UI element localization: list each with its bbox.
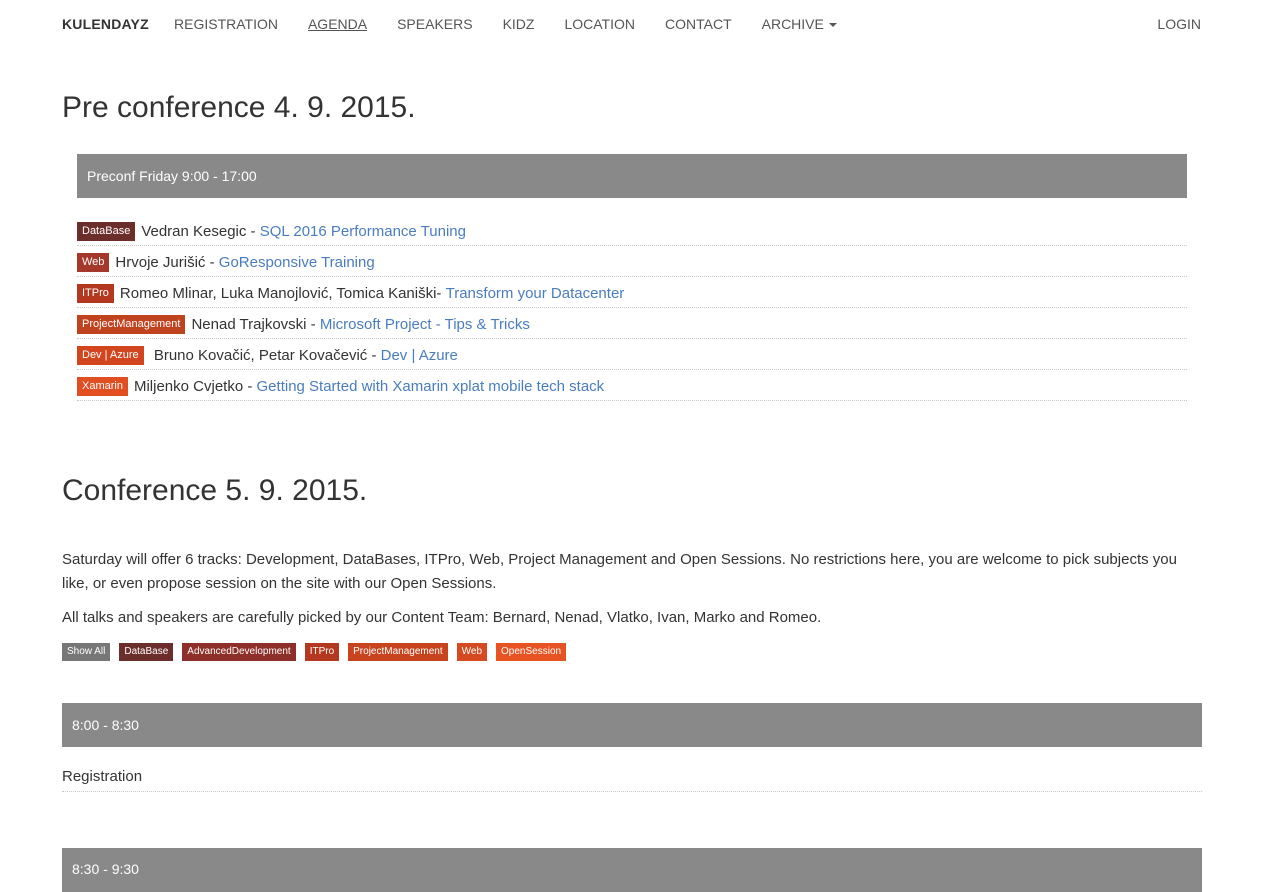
session-row: ProjectManagement Nenad Trajkovski - Mic…	[77, 308, 1187, 339]
conference-intro: Saturday will offer 6 tracks: Developmen…	[62, 551, 1177, 592]
track-badge-database: DataBase	[77, 221, 136, 241]
session-title-link[interactable]: Dev | Azure	[381, 347, 458, 364]
brand-logo[interactable]: KULENDAYZ	[62, 16, 149, 32]
session-title-link[interactable]: GoResponsive Training	[219, 254, 375, 271]
nav-item-contact[interactable]: CONTACT	[665, 16, 732, 32]
session-row: Dev | Azure Bruno Kovačić, Petar Kovačev…	[77, 339, 1187, 370]
top-navbar: KULENDAYZ REGISTRATION AGENDA SPEAKERS K…	[0, 0, 1261, 50]
nav-item-kidz[interactable]: KIDZ	[503, 16, 535, 32]
filter-web-button[interactable]: Web	[456, 643, 488, 661]
filter-project-management-button[interactable]: ProjectManagement	[348, 643, 448, 661]
session-speakers: Bruno Kovačić, Petar Kovačević -	[153, 346, 377, 364]
session-speakers: Hrvoje Jurišić -	[115, 253, 215, 271]
nav-item-archive-label: ARCHIVE	[761, 16, 824, 32]
slot-item-registration: Registration	[62, 768, 1202, 792]
session-title-link[interactable]: Getting Started with Xamarin xplat mobil…	[257, 378, 605, 395]
session-row: Xamarin Miljenko Cvjetko - Getting Start…	[77, 370, 1187, 401]
session-row: DataBase Vedran Kesegic - SQL 2016 Perfo…	[77, 215, 1187, 246]
session-row: ITPro Romeo Mlinar, Luka Manojlović, Tom…	[77, 277, 1187, 308]
filter-open-session-button[interactable]: OpenSession	[496, 643, 567, 661]
filter-itpro-button[interactable]: ITPro	[304, 643, 340, 661]
login-link[interactable]: LOGIN	[1157, 16, 1201, 32]
session-speakers: Romeo Mlinar, Luka Manojlović, Tomica Ka…	[119, 284, 442, 302]
nav-item-archive[interactable]: ARCHIVE	[762, 16, 837, 32]
preconference-title: Pre conference 4. 9. 2015.	[62, 91, 416, 124]
nav-item-speakers[interactable]: SPEAKERS	[397, 16, 472, 32]
track-badge-xamarin: Xamarin	[77, 376, 128, 396]
track-badge-dev-azure: Dev | Azure	[77, 345, 144, 365]
session-title-link[interactable]: Transform your Datacenter	[446, 285, 625, 302]
nav-item-agenda[interactable]: AGENDA	[308, 16, 367, 32]
filter-show-all-button[interactable]: Show All	[62, 643, 111, 661]
main-nav: REGISTRATION AGENDA SPEAKERS KIDZ LOCATI…	[174, 16, 867, 32]
caret-down-icon	[828, 23, 837, 28]
filter-advanced-development-button[interactable]: AdvancedDevelopment	[182, 643, 296, 661]
preconf-session-list: DataBase Vedran Kesegic - SQL 2016 Perfo…	[77, 215, 1187, 401]
nav-item-location[interactable]: LOCATION	[564, 16, 635, 32]
session-speakers: Vedran Kesegic -	[141, 222, 256, 240]
slot-header-0800: 8:00 - 8:30	[62, 703, 1202, 747]
track-badge-itpro: ITPro	[77, 283, 114, 303]
session-speakers: Miljenko Cvjetko -	[133, 377, 253, 395]
session-title-link[interactable]: Microsoft Project - Tips & Tricks	[320, 316, 530, 333]
preconf-slot-header: Preconf Friday 9:00 - 17:00	[77, 154, 1187, 198]
session-speakers: Nenad Trajkovski -	[191, 315, 316, 333]
track-badge-projectmanagement: ProjectManagement	[77, 314, 186, 334]
track-badge-web: Web	[77, 252, 110, 272]
session-title-link[interactable]: SQL 2016 Performance Tuning	[260, 223, 466, 240]
session-row: Web Hrvoje Jurišić - GoResponsive Traini…	[77, 246, 1187, 277]
conference-title: Conference 5. 9. 2015.	[62, 474, 368, 507]
filter-database-button[interactable]: DataBase	[119, 643, 174, 661]
nav-item-registration[interactable]: REGISTRATION	[174, 16, 278, 32]
track-filter-bar: Show All DataBase AdvancedDevelopment IT…	[62, 643, 575, 661]
slot-header-0830: 8:30 - 9:30	[62, 848, 1202, 892]
content-team-text: All talks and speakers are carefully pic…	[62, 609, 822, 626]
